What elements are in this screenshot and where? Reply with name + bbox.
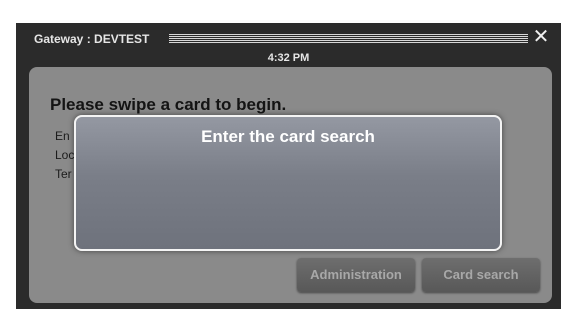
title-bar-grip xyxy=(169,34,528,43)
info-line-location: Loc xyxy=(55,148,75,162)
info-line-terminal: Ter xyxy=(55,167,72,181)
swipe-prompt: Please swipe a card to begin. xyxy=(50,95,287,114)
card-search-dialog[interactable]: Enter the card search xyxy=(74,115,502,251)
window-title: Gateway : DEVTEST xyxy=(34,32,150,46)
clock-label: 4:32 PM xyxy=(267,52,310,64)
info-line-employee: En xyxy=(55,129,70,143)
card-search-button[interactable]: Card search xyxy=(422,258,540,292)
title-bar: Gateway : DEVTEST ✕ 4:32 PM xyxy=(16,23,561,67)
dialog-title: Enter the card search xyxy=(201,127,375,146)
administration-button[interactable]: Administration xyxy=(297,258,415,292)
close-icon[interactable]: ✕ xyxy=(530,26,552,48)
